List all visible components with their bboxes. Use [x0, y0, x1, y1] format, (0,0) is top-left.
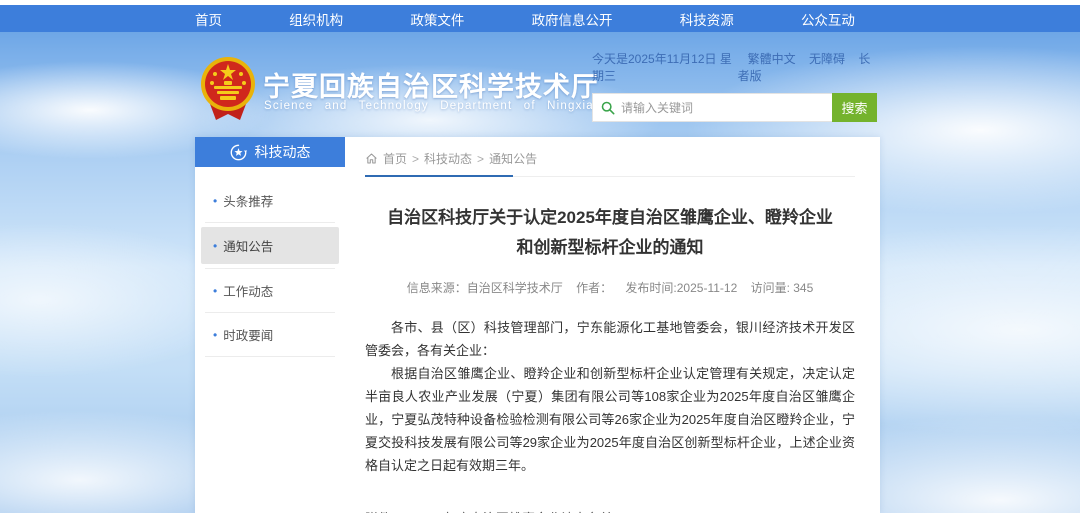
nav-item-home[interactable]: 首页 [195, 9, 222, 29]
breadcrumb-underline [365, 176, 855, 177]
site-subtitle: Science and Technology Department of Nin… [264, 100, 594, 112]
article-area: 首页 > 科技动态 > 通知公告 自治区科技厅关于认定2025年度自治区雏鹰企业… [345, 137, 880, 513]
sidebar-divider [205, 222, 335, 223]
article-meta: 信息来源：自治区科学技术厅 作者： 发布时间:2025-11-12 访问量: 3… [365, 279, 855, 296]
circled-star-icon [230, 144, 247, 161]
site-title: 宁夏回族自治区科学技术厅 [263, 65, 599, 104]
attachments-label: 附件： [365, 507, 404, 513]
sidebar-item-notices[interactable]: • 通知公告 [201, 227, 339, 264]
site-header: 宁夏回族自治区科学技术厅 Science and Technology Depa… [0, 32, 1080, 137]
sidebar-divider [205, 356, 335, 357]
home-icon [365, 152, 378, 165]
breadcrumb-home[interactable]: 首页 [383, 150, 407, 167]
content-wrapper: 科技动态 • 头条推荐 • 通知公告 • 工作动态 • 时政要闻 首页 [195, 137, 880, 513]
sidebar-item-label: 通知公告 [223, 236, 273, 255]
sidebar-item-label: 工作动态 [223, 281, 273, 300]
meta-visits: 访问量: 345 [751, 281, 814, 295]
breadcrumb-tech-trends[interactable]: 科技动态 [424, 150, 472, 167]
bullet-icon: • [213, 239, 217, 253]
header-right: 今天是2025年11月12日 星期三 繁體中文 无障碍 长者版 搜索 [592, 50, 877, 122]
attachment-link-1[interactable]: 1.2025年度自治区雏鹰企业认定名单 [404, 507, 652, 513]
article-title: 自治区科技厅关于认定2025年度自治区雏鹰企业、瞪羚企业 和创新型标杆企业的通知 [365, 203, 855, 263]
attachments-block: 附件： 1.2025年度自治区雏鹰企业认定名单 2.2025年度自治区瞪羚企业认… [365, 507, 855, 513]
nav-item-gov-info[interactable]: 政府信息公开 [532, 9, 613, 29]
article-title-line1: 自治区科技厅关于认定2025年度自治区雏鹰企业、瞪羚企业 [365, 203, 855, 233]
bullet-icon: • [213, 284, 217, 298]
meta-publish-time: 发布时间:2025-11-12 [625, 281, 737, 295]
meta-author: 作者： [576, 281, 612, 295]
breadcrumb-separator: > [412, 152, 419, 166]
sidebar-title: 科技动态 [255, 142, 311, 162]
emblem-icon [200, 56, 256, 122]
nav-item-organization[interactable]: 组织机构 [289, 9, 343, 29]
nav-item-public-interaction[interactable]: 公众互动 [801, 9, 855, 29]
breadcrumb-notices[interactable]: 通知公告 [489, 150, 537, 167]
nav-item-policy[interactable]: 政策文件 [410, 9, 464, 29]
link-accessibility[interactable]: 无障碍 [809, 52, 845, 66]
article-title-line2: 和创新型标杆企业的通知 [365, 233, 855, 263]
link-traditional-chinese[interactable]: 繁體中文 [748, 52, 796, 66]
main-nav-inner: 首页 组织机构 政策文件 政府信息公开 科技资源 公众互动 [195, 9, 855, 29]
sidebar-item-label: 时政要闻 [223, 325, 273, 344]
search-bar: 搜索 [592, 93, 877, 122]
national-emblem-logo [200, 56, 256, 127]
search-button[interactable]: 搜索 [832, 93, 877, 122]
sidebar: 科技动态 • 头条推荐 • 通知公告 • 工作动态 • 时政要闻 [195, 137, 345, 513]
search-box [592, 93, 832, 122]
date-row: 今天是2025年11月12日 星期三 繁體中文 无障碍 长者版 [592, 50, 877, 84]
sidebar-item-work-trends[interactable]: • 工作动态 [195, 269, 345, 312]
sidebar-item-headline-recommend[interactable]: • 头条推荐 [195, 179, 345, 222]
article-paragraph: 根据自治区雏鹰企业、瞪羚企业和创新型标杆企业认定管理有关规定，决定认定半亩良人农… [365, 362, 855, 477]
nav-item-tech-resources[interactable]: 科技资源 [680, 9, 734, 29]
attachments-list: 1.2025年度自治区雏鹰企业认定名单 2.2025年度自治区瞪羚企业认定名单 … [404, 507, 652, 513]
breadcrumb: 首页 > 科技动态 > 通知公告 [365, 150, 855, 167]
breadcrumb-accent-bar [365, 175, 513, 177]
main-nav: 首页 组织机构 政策文件 政府信息公开 科技资源 公众互动 [0, 5, 1080, 32]
bullet-icon: • [213, 328, 217, 342]
breadcrumb-separator: > [477, 152, 484, 166]
meta-source: 信息来源：自治区科学技术厅 [407, 281, 563, 295]
search-input[interactable] [621, 101, 824, 115]
utility-links: 繁體中文 无障碍 长者版 [738, 50, 877, 84]
current-date: 今天是2025年11月12日 星期三 [592, 50, 738, 84]
sidebar-item-label: 头条推荐 [223, 191, 273, 210]
search-icon [601, 101, 615, 115]
sidebar-item-political-news[interactable]: • 时政要闻 [195, 313, 345, 356]
bullet-icon: • [213, 194, 217, 208]
article-paragraph: 各市、县（区）科技管理部门，宁东能源化工基地管委会，银川经济技术开发区管委会，各… [365, 316, 855, 362]
sidebar-header: 科技动态 [195, 137, 345, 167]
article-body: 各市、县（区）科技管理部门，宁东能源化工基地管委会，银川经济技术开发区管委会，各… [365, 316, 855, 477]
